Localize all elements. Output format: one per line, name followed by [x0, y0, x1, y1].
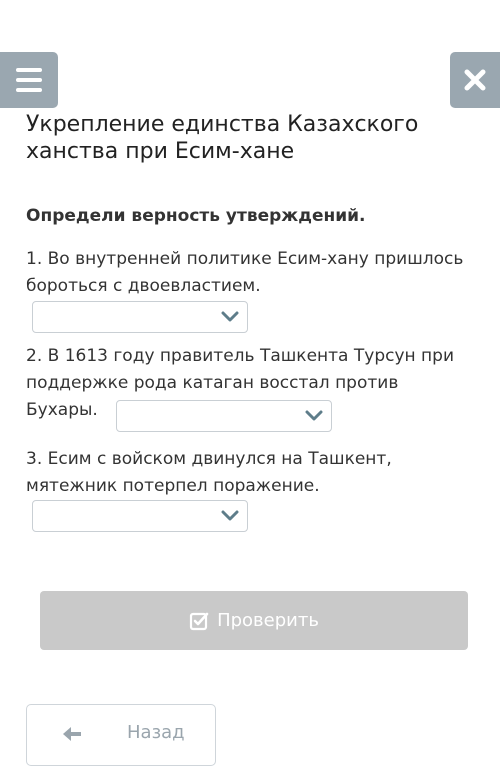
statement-1: 1. Во внутренней политике Есим-хану приш… [26, 249, 464, 296]
back-button[interactable]: Назад [26, 704, 216, 766]
page-title: Укрепление единства Казахского ханства п… [26, 112, 419, 164]
answer-select-3[interactable] [32, 500, 248, 532]
chevron-down-icon [221, 311, 239, 322]
instruction-text: Определи верность утверждений. [26, 206, 366, 226]
chevron-down-icon [305, 410, 323, 421]
answer-select-2[interactable] [116, 400, 332, 432]
arrow-left-icon [63, 727, 81, 741]
check-square-icon [189, 612, 209, 630]
statement-3: 3. Есим с войском двинулся на Ташкент, м… [26, 449, 392, 496]
chevron-down-icon [221, 510, 239, 521]
check-button-label: Проверить [217, 610, 319, 631]
hamburger-menu-icon [16, 68, 42, 72]
back-button-label: Назад [127, 722, 185, 743]
close-button[interactable] [450, 52, 500, 108]
close-icon [464, 69, 486, 91]
check-button[interactable]: Проверить [40, 591, 468, 650]
menu-button[interactable] [0, 52, 58, 108]
answer-select-1[interactable] [32, 301, 248, 333]
